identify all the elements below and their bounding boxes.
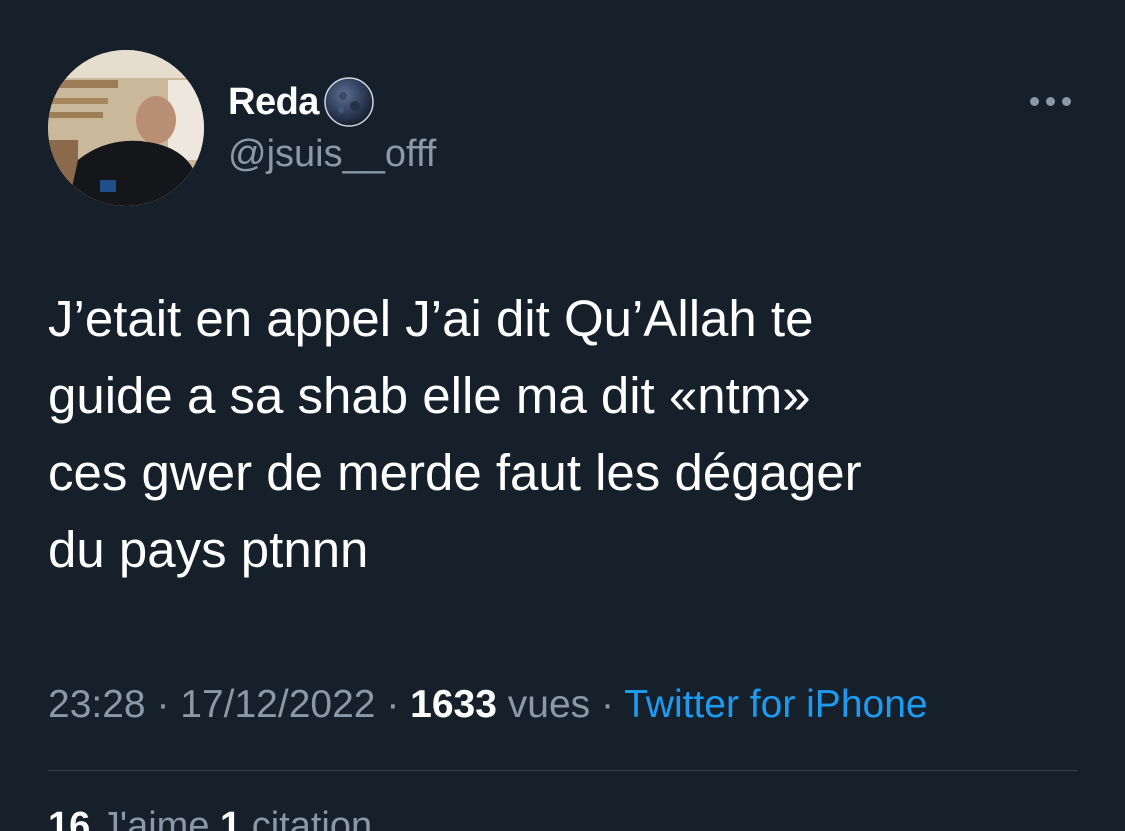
meta-separator: · (375, 683, 411, 726)
tweet-text: J’etait en appel J’ai dit Qu’Allah te gu… (48, 290, 862, 578)
profile-photo (48, 50, 204, 206)
dot-icon (1045, 96, 1055, 106)
display-name[interactable]: Reda (228, 81, 319, 124)
engagement-stats: 16 J'aime 1 citation (48, 805, 372, 831)
tweet-time[interactable]: 23:28 (48, 683, 146, 726)
views-label: vues (496, 683, 591, 726)
quotes-stat[interactable]: 1 citation (220, 805, 372, 831)
author-name-row[interactable]: Reda (228, 77, 377, 127)
quotes-label: citation (241, 805, 373, 831)
dot-icon (1061, 96, 1071, 106)
likes-count: 16 (48, 805, 91, 831)
dot-icon (1029, 96, 1039, 106)
source-link[interactable]: Twitter for iPhone (624, 683, 927, 726)
likes-stat[interactable]: 16 J'aime (48, 805, 209, 831)
avatar[interactable] (48, 50, 204, 206)
likes-label: J'aime (90, 805, 210, 831)
meta-separator: · (590, 683, 625, 726)
author-handle[interactable]: @jsuis__offf (228, 133, 436, 176)
quotes-count: 1 (220, 805, 242, 831)
moon-icon (324, 77, 374, 127)
tweet-detail: Reda @jsuis__offf J’etait en appel J’ai … (0, 0, 1125, 831)
tweet-meta: 23:28 · 17/12/2022 · 1633 vues · Twitter… (48, 683, 928, 727)
divider (48, 770, 1077, 771)
tweet-date[interactable]: 17/12/2022 (180, 683, 375, 726)
meta-separator: · (145, 683, 181, 726)
views-count: 1633 (410, 683, 497, 726)
more-options-icon[interactable] (1020, 86, 1080, 116)
